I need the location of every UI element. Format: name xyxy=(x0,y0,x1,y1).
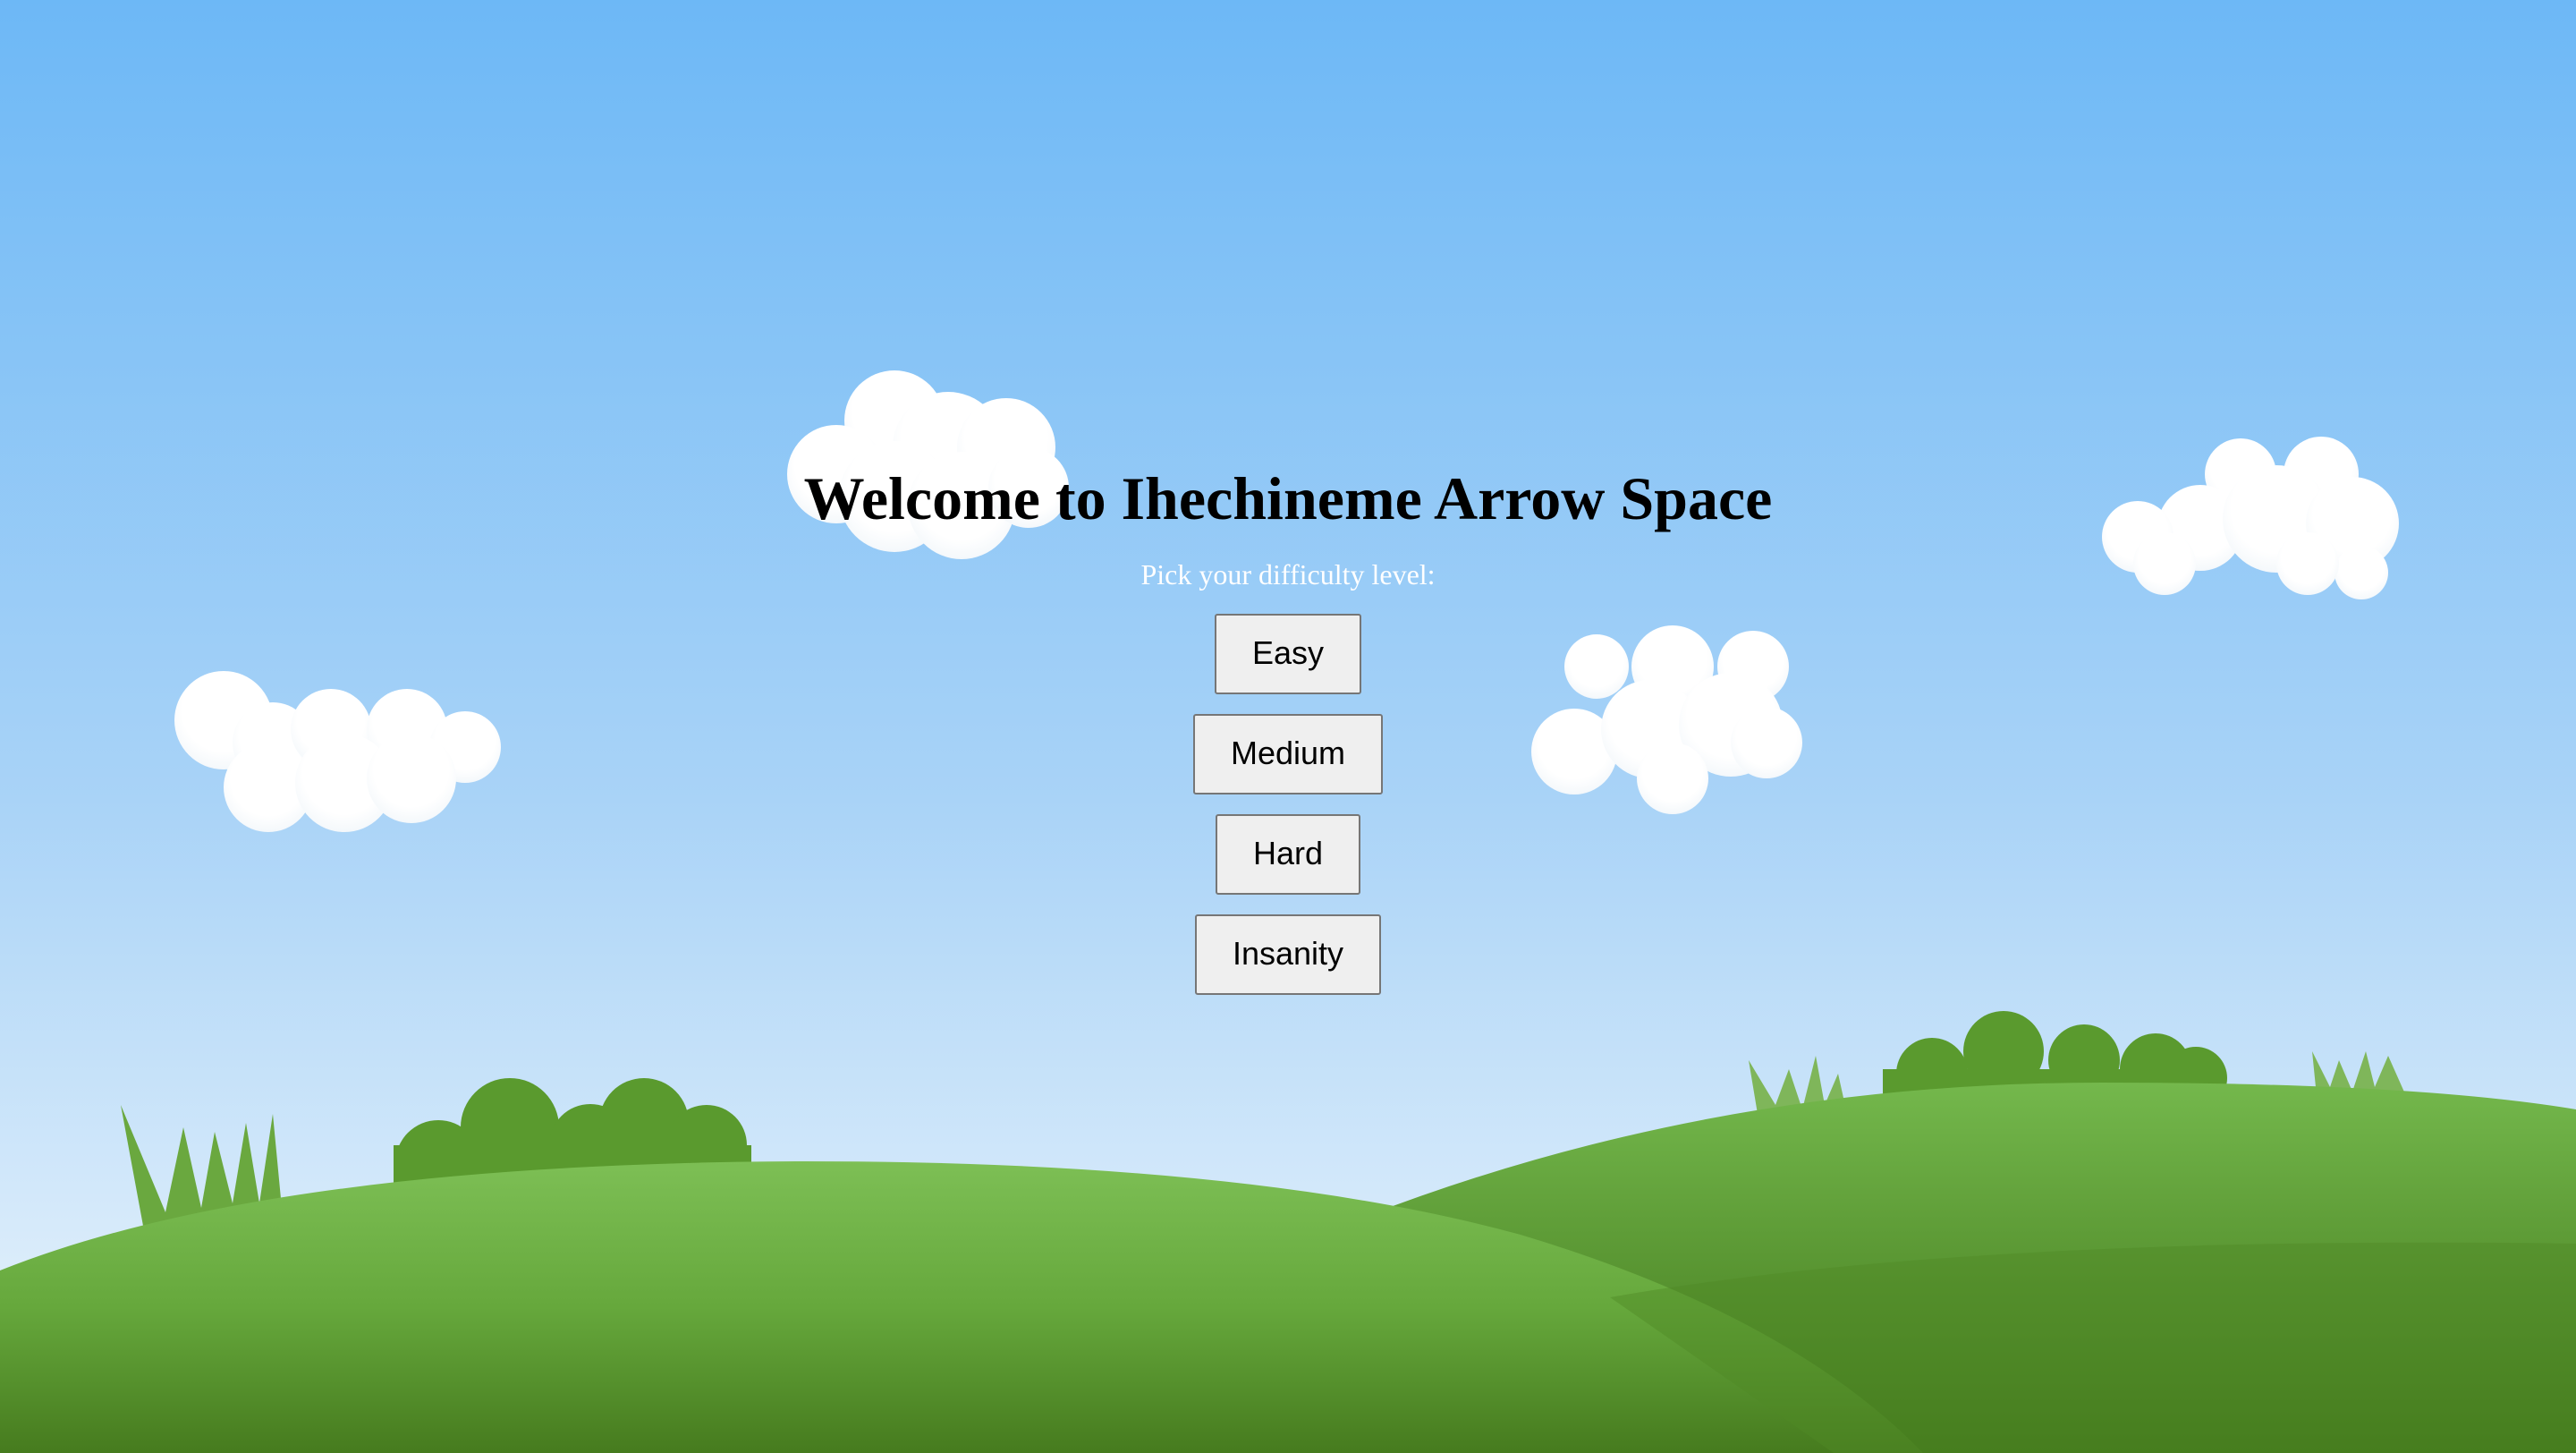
start-menu: Welcome to Ihechineme Arrow Space Pick y… xyxy=(0,458,2576,995)
difficulty-prompt: Pick your difficulty level: xyxy=(1140,558,1436,591)
medium-button[interactable]: Medium xyxy=(1192,714,1384,794)
page-title: Welcome to Ihechineme Arrow Space xyxy=(803,464,1773,532)
easy-button[interactable]: Easy xyxy=(1214,614,1362,694)
insanity-button[interactable]: Insanity xyxy=(1194,914,1382,995)
hard-button[interactable]: Hard xyxy=(1215,814,1360,895)
difficulty-buttons: Easy Medium Hard Insanity xyxy=(1192,614,1384,995)
